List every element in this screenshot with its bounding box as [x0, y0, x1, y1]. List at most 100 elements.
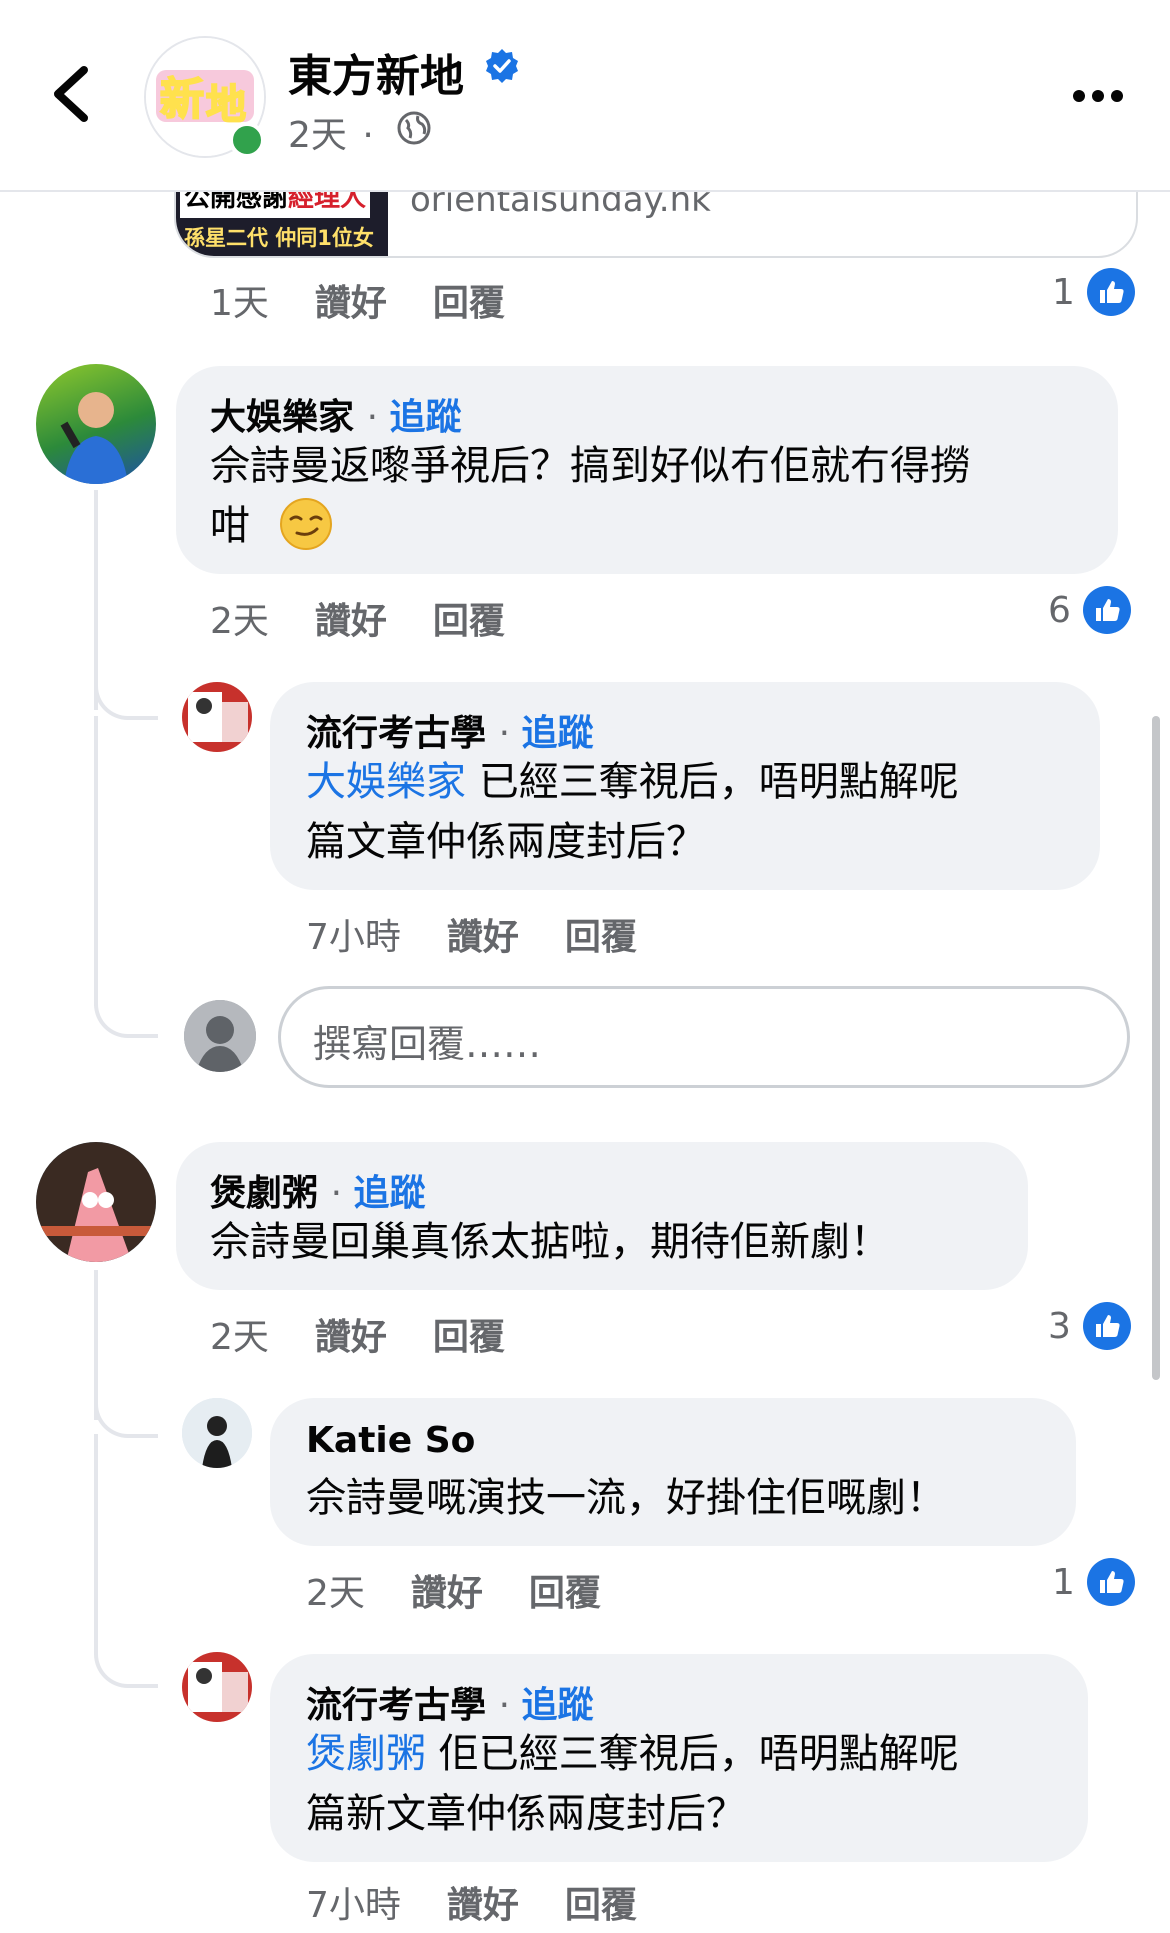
post-meta: 2天 · [288, 106, 374, 158]
reply-button[interactable]: 回覆 [433, 283, 505, 324]
avatar-image [188, 1662, 248, 1712]
comment-text: 煲劇粥 佢已經三奪視后，唔明點解呢 篇新文章仲係兩度封后？ [306, 1724, 1086, 1844]
comment-text: 佘詩曼回巢真係太掂啦，期待佢新劇！ [210, 1212, 1030, 1272]
comment-line: 佘詩曼返嚟爭視后？搞到好似冇佢就冇得撈 [210, 443, 970, 489]
avatar[interactable] [182, 1398, 252, 1468]
like-button[interactable]: 讚好 [315, 1317, 387, 1358]
comment-author[interactable]: Katie So [306, 1420, 475, 1461]
comment-line: 佘詩曼嘅演技一流，好掛住佢嘅劇！ [306, 1475, 946, 1521]
thread-line [94, 1434, 98, 1654]
thread-line [94, 490, 98, 710]
like-thumb-icon [1086, 1558, 1135, 1606]
follow-button[interactable]: 追蹤 [521, 1685, 593, 1726]
like-thumb-icon [1082, 1302, 1131, 1350]
svg-text:地: 地 [206, 82, 246, 128]
mention-link[interactable]: 大娛樂家 [306, 759, 466, 805]
comment-time: 2天 [306, 1573, 365, 1614]
like-button[interactable]: 讚好 [411, 1573, 483, 1614]
comment-author[interactable]: 大娛樂家 · 追蹤 [210, 388, 461, 440]
thread-branch [94, 1390, 158, 1438]
more-icon[interactable] [1072, 88, 1124, 104]
like-count: 6 [1048, 586, 1131, 634]
dot-separator: · [498, 713, 522, 754]
verified-badge-icon [486, 49, 518, 83]
comment-actions: 2天 讚好 回覆 [306, 1564, 647, 1616]
reply-button[interactable]: 回覆 [433, 601, 505, 642]
globe-icon [397, 111, 431, 145]
comment-line-text: 已經三奪視后，唔明點解呢 [466, 759, 959, 805]
reply-button[interactable]: 回覆 [433, 1317, 505, 1358]
reply-button[interactable]: 回覆 [565, 917, 637, 958]
comment-time: 2天 [210, 1317, 269, 1358]
avatar[interactable] [36, 364, 156, 484]
reply-button[interactable]: 回覆 [529, 1573, 601, 1614]
comment-line-2: 篇新文章仲係兩度封后？ [306, 1791, 746, 1837]
comment-time: 2天 [210, 601, 269, 642]
comment-actions: 1天 讚好 回覆 [210, 274, 551, 326]
like-count-number: 3 [1048, 1305, 1071, 1347]
like-count-number: 1 [1052, 271, 1075, 313]
comment-actions: 2天 讚好 回覆 [210, 1308, 551, 1360]
comment-actions: 7小時 讚好 回覆 [306, 908, 683, 960]
follow-button[interactable]: 追蹤 [521, 713, 593, 754]
smirk-emoji-icon [279, 498, 332, 550]
svg-text:新: 新 [160, 74, 204, 125]
reply-button[interactable]: 回覆 [565, 1885, 637, 1926]
comment-line: 大娛樂家 已經三奪視后，唔明點解呢 [306, 752, 1096, 812]
author-name[interactable]: Katie So [306, 1420, 475, 1461]
comment-author[interactable]: 煲劇粥 · 追蹤 [210, 1164, 425, 1216]
comment-time: 7小時 [306, 1885, 401, 1926]
author-name[interactable]: 大娛樂家 [210, 397, 354, 438]
comment-time: 1天 [210, 283, 269, 324]
meta-separator: · [362, 115, 374, 156]
comment-line-text: 咁 [210, 503, 250, 549]
page-name[interactable]: 東方新地 [288, 40, 464, 104]
thread-branch [94, 1640, 158, 1688]
comment-line: 煲劇粥 佢已經三奪視后，唔明點解呢 [306, 1724, 1086, 1784]
comment-line: 佘詩曼回巢真係太掂啦，期待佢新劇！ [210, 1219, 890, 1265]
avatar[interactable] [36, 1142, 156, 1262]
comment-text: 佘詩曼返嚟爭視后？搞到好似冇佢就冇得撈 咁 [210, 436, 1110, 556]
avatar-image [184, 1000, 256, 1072]
avatar-image [182, 1398, 252, 1468]
comment-actions: 2天 讚好 回覆 [210, 592, 551, 644]
mention-link[interactable]: 煲劇粥 [306, 1731, 426, 1777]
comment-text: 佘詩曼嘅演技一流，好掛住佢嘅劇！ [306, 1468, 1076, 1528]
like-count: 3 [1048, 1302, 1131, 1350]
avatar[interactable] [182, 1652, 252, 1722]
comment-author[interactable]: 流行考古學 · 追蹤 [306, 1676, 593, 1728]
avatar-image [188, 692, 248, 742]
back-arrow-icon[interactable] [48, 64, 96, 124]
author-name[interactable]: 流行考古學 [306, 1685, 486, 1726]
current-user-avatar [184, 1000, 256, 1072]
comment-author[interactable]: 流行考古學 · 追蹤 [306, 704, 593, 756]
like-thumb-icon [1086, 268, 1135, 316]
thread-branch [94, 680, 158, 720]
like-count-number: 6 [1048, 589, 1071, 631]
like-button[interactable]: 讚好 [315, 283, 387, 324]
comment-text: 大娛樂家 已經三奪視后，唔明點解呢 篇文章仲係兩度封后？ [306, 752, 1096, 872]
like-count: 1 [1052, 1558, 1135, 1606]
follow-button[interactable]: 追蹤 [353, 1173, 425, 1214]
author-name[interactable]: 煲劇粥 [210, 1173, 318, 1214]
follow-button[interactable]: 追蹤 [389, 397, 461, 438]
comment-line-text: 佢已經三奪視后，唔明點解呢 [426, 1731, 959, 1777]
author-name[interactable]: 流行考古學 [306, 713, 486, 754]
post-header: 新 地 東方新地 2天 · [0, 0, 1170, 192]
thread-line [94, 716, 98, 1006]
post-time: 2天 [288, 115, 347, 156]
avatar[interactable] [182, 682, 252, 752]
reply-input[interactable]: 撰寫回覆…… [278, 986, 1130, 1088]
scrollbar[interactable] [1152, 716, 1160, 1380]
avatar-image [36, 1142, 156, 1262]
dot-separator: · [498, 1685, 522, 1726]
like-button[interactable]: 讚好 [315, 601, 387, 642]
comment-line-2: 篇文章仲係兩度封后？ [306, 819, 706, 865]
online-status-dot [229, 122, 265, 158]
comment-actions: 7小時 讚好 回覆 [306, 1876, 683, 1928]
thumbnail-subline: 孫星二代 仲同1位女 [184, 226, 374, 250]
comment-line-2: 咁 [210, 496, 1110, 556]
like-count-number: 1 [1052, 1561, 1075, 1603]
like-button[interactable]: 讚好 [447, 1885, 519, 1926]
like-button[interactable]: 讚好 [447, 917, 519, 958]
